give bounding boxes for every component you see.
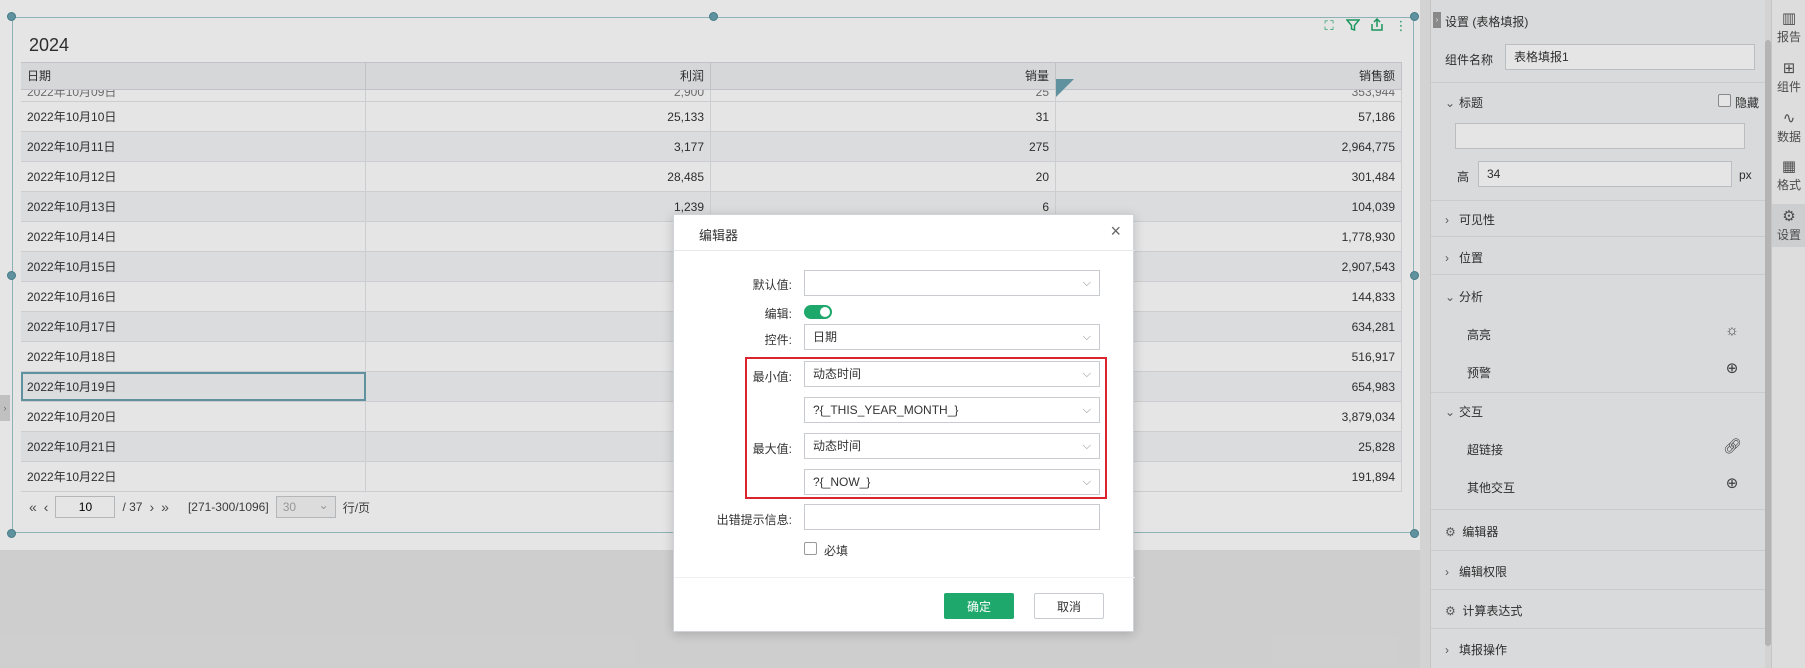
dialog-footer-divider [674, 577, 1135, 578]
min-value-label: 最小值: [752, 370, 792, 384]
ok-button[interactable]: 确定 [944, 593, 1014, 619]
min-value-text: ?{_THIS_YEAR_MONTH_} [813, 403, 959, 417]
dialog-title: 编辑器 [699, 228, 739, 243]
chevron-down-icon: ⌵ [1082, 404, 1091, 416]
max-value-text: ?{_NOW_} [813, 475, 871, 489]
error-message-label: 出错提示信息: [716, 513, 792, 527]
chevron-down-icon: ⌵ [1082, 476, 1091, 488]
edit-label: 编辑: [764, 307, 792, 321]
chevron-down-icon: ⌵ [1082, 440, 1091, 452]
cancel-button[interactable]: 取消 [1034, 593, 1104, 619]
error-message-input[interactable] [804, 504, 1100, 530]
max-type-value: 动态时间 [813, 439, 862, 453]
max-type-select[interactable]: 动态时间 ⌵ [804, 433, 1100, 459]
chevron-down-icon: ⌵ [1082, 277, 1091, 289]
max-value-select[interactable]: ?{_NOW_} ⌵ [804, 469, 1100, 495]
min-value-select[interactable]: ?{_THIS_YEAR_MONTH_} ⌵ [804, 397, 1100, 423]
min-type-value: 动态时间 [813, 367, 862, 381]
min-type-select[interactable]: 动态时间 ⌵ [804, 361, 1100, 387]
chevron-down-icon: ⌵ [1082, 331, 1091, 343]
chevron-down-icon: ⌵ [1082, 368, 1091, 380]
default-value-select[interactable]: ⌵ [804, 270, 1100, 296]
control-value: 日期 [813, 330, 838, 344]
max-value-label: 最大值: [752, 442, 792, 456]
required-label: 必填 [824, 544, 849, 558]
dialog-divider [674, 250, 1135, 251]
required-checkbox[interactable] [804, 542, 817, 555]
edit-toggle[interactable] [804, 305, 832, 319]
control-select[interactable]: 日期 ⌵ [804, 324, 1100, 350]
control-label: 控件: [764, 333, 792, 347]
editor-dialog: 编辑器 × 默认值: ⌵ 编辑: 控件: 日期 ⌵ 最小值: 动态时间 ⌵ ?{_T… [673, 214, 1135, 632]
close-icon[interactable]: × [1110, 221, 1121, 242]
default-value-label: 默认值: [752, 278, 792, 292]
